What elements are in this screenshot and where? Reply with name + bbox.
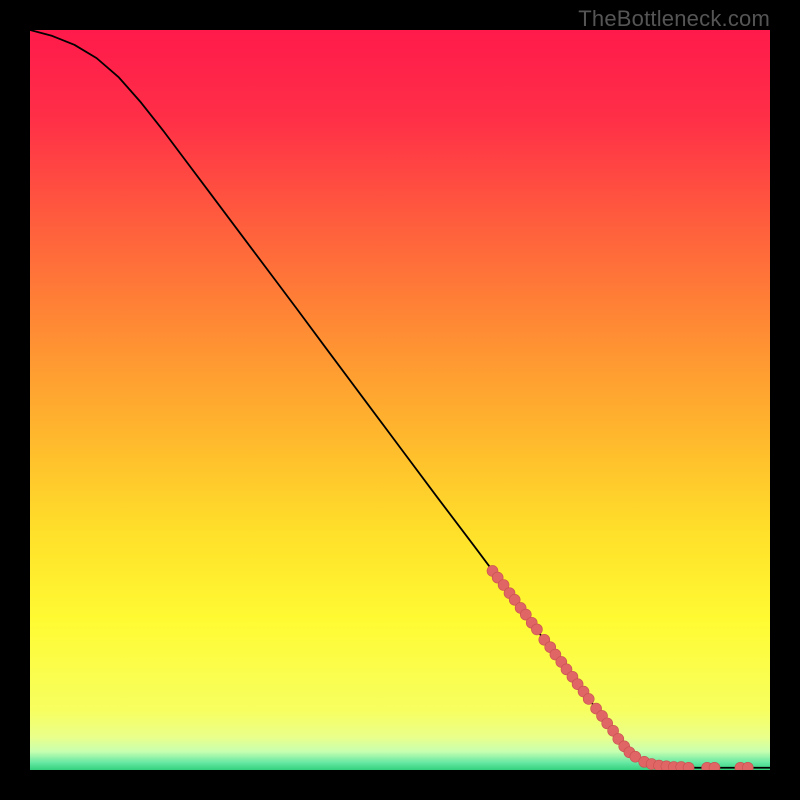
highlight-dot	[531, 624, 542, 635]
chart-frame: TheBottleneck.com	[0, 0, 800, 800]
highlight-dot	[583, 693, 594, 704]
bottleneck-curve	[30, 30, 770, 768]
watermark-text: TheBottleneck.com	[578, 6, 770, 32]
plot-area	[30, 30, 770, 770]
chart-svg	[30, 30, 770, 770]
highlight-dots-group	[487, 565, 753, 770]
